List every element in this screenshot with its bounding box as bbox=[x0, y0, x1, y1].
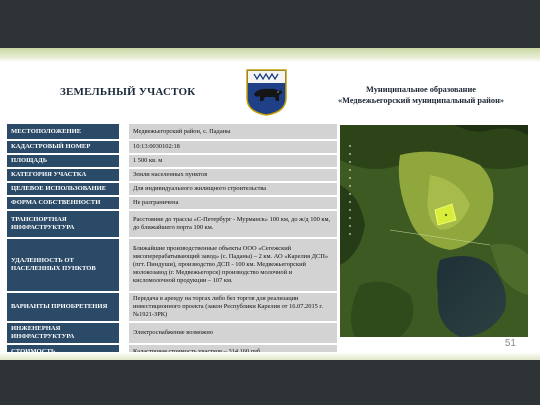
municipality-line2: «Медвежьегорский муниципальный район» bbox=[337, 96, 504, 105]
table-row: ВАРИАНТЫ ПРИОБРЕТЕНИЯ Передача в аренду … bbox=[7, 293, 337, 321]
table-row: ИНЖЕНЕРНАЯ ИНФРАСТРУКТУРА Электроснабжен… bbox=[7, 323, 337, 343]
row-value: Электроснабжение возможно bbox=[129, 323, 337, 343]
row-value: Не разграничена bbox=[129, 197, 337, 209]
page-number: 51 bbox=[504, 338, 516, 349]
municipality-name: Муниципальное образование «Медвежьегорск… bbox=[316, 84, 526, 106]
table-row: ЦЕЛЕВОЕ ИСПОЛЬЗОВАНИЕ Для индивидуальног… bbox=[7, 183, 337, 195]
footer-decoration bbox=[0, 352, 540, 360]
table-row: ТРАНСПОРТНАЯ ИНФРАСТРУКТУРА Расстояние д… bbox=[7, 211, 337, 237]
row-value: Для индивидуального жилищного строительс… bbox=[129, 183, 337, 195]
satellite-map-image bbox=[340, 125, 528, 337]
row-label: ТРАНСПОРТНАЯ ИНФРАСТРУКТУРА bbox=[7, 211, 119, 237]
row-value: 1 500 кв. м bbox=[129, 155, 337, 167]
bear-coat-of-arms-icon bbox=[246, 69, 287, 116]
row-value: Расстояние до трассы «С-Петербург - Мурм… bbox=[129, 211, 337, 237]
row-value: Ближайшие производственные объекты ООО «… bbox=[129, 239, 337, 291]
municipality-line1: Муниципальное образование bbox=[366, 85, 476, 94]
header-decoration bbox=[0, 48, 540, 62]
table-row: КАДАСТРОВЫЙ НОМЕР 10:13:0030102:18 bbox=[7, 141, 337, 153]
plot-info-table: МЕСТОПОЛОЖЕНИЕ Медвежьегорский район, с.… bbox=[7, 122, 337, 360]
row-label: ИНЖЕНЕРНАЯ ИНФРАСТРУКТУРА bbox=[7, 323, 119, 343]
table-row: ФОРМА СОБСТВЕННОСТИ Не разграничена bbox=[7, 197, 337, 209]
table-row: УДАЛЕННОСТЬ ОТ НАСЕЛЕННЫХ ПУНКТОВ Ближай… bbox=[7, 239, 337, 291]
row-value: Медвежьегорский район, с. Паданы bbox=[129, 124, 337, 139]
row-label: ПЛОЩАДЬ bbox=[7, 155, 119, 167]
row-label: ЦЕЛЕВОЕ ИСПОЛЬЗОВАНИЕ bbox=[7, 183, 119, 195]
row-label: ВАРИАНТЫ ПРИОБРЕТЕНИЯ bbox=[7, 293, 119, 321]
row-label: КАДАСТРОВЫЙ НОМЕР bbox=[7, 141, 119, 153]
row-label: КАТЕГОРИЯ УЧАСТКА bbox=[7, 169, 119, 181]
row-value: 10:13:0030102:18 bbox=[129, 141, 337, 153]
table-row: ПЛОЩАДЬ 1 500 кв. м bbox=[7, 155, 337, 167]
row-label: УДАЛЕННОСТЬ ОТ НАСЕЛЕННЫХ ПУНКТОВ bbox=[7, 239, 119, 291]
table-row: МЕСТОПОЛОЖЕНИЕ Медвежьегорский район, с.… bbox=[7, 124, 337, 139]
row-value: Передача в аренду на торгах либо без тор… bbox=[129, 293, 337, 321]
table-row: КАТЕГОРИЯ УЧАСТКА Земли населенных пункт… bbox=[7, 169, 337, 181]
row-label: МЕСТОПОЛОЖЕНИЕ bbox=[7, 124, 119, 139]
row-value: Земли населенных пунктов bbox=[129, 169, 337, 181]
page-title: ЗЕМЕЛЬНЫЙ УЧАСТОК bbox=[60, 86, 196, 98]
row-label: ФОРМА СОБСТВЕННОСТИ bbox=[7, 197, 119, 209]
